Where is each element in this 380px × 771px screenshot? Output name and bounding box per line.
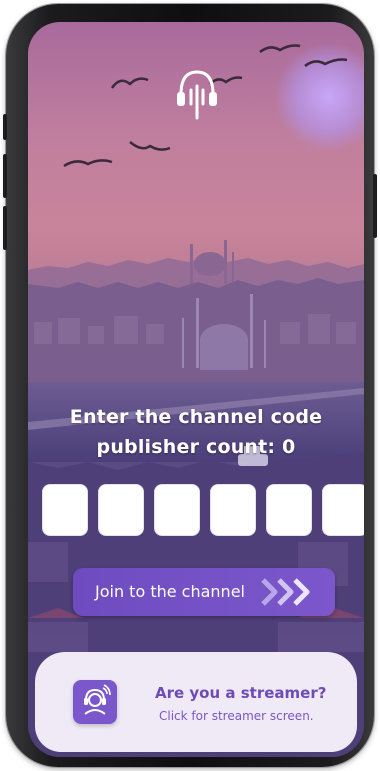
streamer-headset-icon [73, 680, 117, 724]
publisher-count-text: publisher count: 0 [96, 436, 296, 458]
join-channel-label: Join to the channel [95, 582, 245, 601]
bird-icon [259, 44, 301, 54]
chevron-right-icon [293, 578, 310, 606]
city-background [28, 240, 364, 757]
phone-frame: Enter the channel code publisher count: … [3, 4, 377, 767]
join-channel-button[interactable]: Join to the channel [73, 568, 335, 616]
streamer-card[interactable]: Are you a streamer? Click for streamer s… [35, 652, 357, 752]
code-input-3[interactable] [154, 484, 200, 536]
streamer-card-subtitle: Click for streamer screen. [159, 709, 314, 723]
code-input-2[interactable] [98, 484, 144, 536]
streamer-card-title: Are you a streamer? [155, 684, 327, 702]
phone-power-button [373, 174, 377, 238]
channel-code-heading: Enter the channel code [69, 406, 323, 428]
bird-icon [304, 58, 348, 68]
code-input-6[interactable] [322, 484, 364, 536]
code-input-5[interactable] [266, 484, 312, 536]
bird-icon [129, 141, 171, 151]
headphones-logo-icon [177, 70, 217, 120]
code-input-1[interactable] [42, 484, 88, 536]
channel-code-inputs [42, 484, 364, 538]
phone-volume-down [3, 206, 7, 250]
bird-icon [63, 159, 113, 168]
app-screen: Enter the channel code publisher count: … [28, 22, 364, 757]
phone-volume-up [3, 154, 7, 198]
bird-icon [110, 77, 149, 89]
code-input-4[interactable] [210, 484, 256, 536]
phone-side-button [3, 114, 7, 140]
